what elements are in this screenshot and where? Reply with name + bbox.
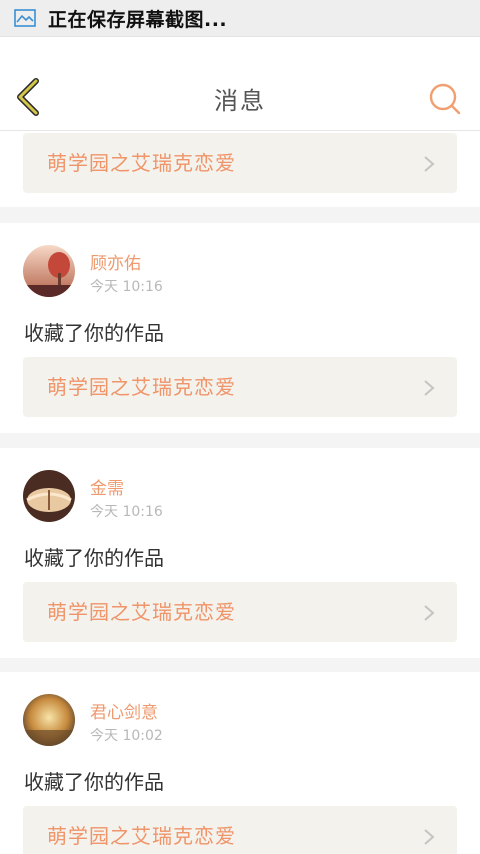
app-header: 消息	[0, 37, 480, 131]
username[interactable]: 顾亦佑	[90, 249, 141, 274]
list-item: 君心剑意 今天 10:02 收藏了你的作品 萌学园之艾瑞克恋爱	[0, 672, 480, 854]
work-link[interactable]: 萌学园之艾瑞克恋爱	[23, 806, 457, 854]
screenshot-icon	[14, 9, 36, 27]
list-item: 顾亦佑 今天 10:16 收藏了你的作品 萌学园之艾瑞克恋爱	[0, 223, 480, 433]
username[interactable]: 君心剑意	[90, 698, 158, 723]
work-title: 萌学园之艾瑞克恋爱	[47, 600, 236, 624]
work-link[interactable]: 萌学园之艾瑞克恋爱	[23, 582, 457, 642]
work-link[interactable]: 萌学园之艾瑞克恋爱	[23, 133, 457, 193]
timestamp: 今天 10:02	[90, 728, 163, 744]
list-item: 金需 今天 10:16 收藏了你的作品 萌学园之艾瑞克恋爱	[0, 448, 480, 658]
list-item: 萌学园之艾瑞克恋爱	[0, 131, 480, 207]
avatar[interactable]	[23, 694, 75, 746]
message-text: 收藏了你的作品	[24, 546, 164, 570]
search-button[interactable]	[428, 82, 462, 116]
work-title: 萌学园之艾瑞克恋爱	[47, 824, 236, 848]
chevron-right-icon	[424, 380, 435, 396]
chevron-right-icon	[424, 829, 435, 845]
search-icon	[429, 83, 461, 115]
timestamp: 今天 10:16	[90, 279, 163, 295]
work-link[interactable]: 萌学园之艾瑞克恋爱	[23, 357, 457, 417]
timestamp: 今天 10:16	[90, 504, 163, 520]
page-title: 消息	[214, 87, 266, 115]
status-text: 正在保存屏幕截图...	[48, 8, 228, 31]
chevron-right-icon	[424, 156, 435, 172]
status-bar: 正在保存屏幕截图...	[0, 0, 480, 37]
chevron-right-icon	[424, 605, 435, 621]
work-title: 萌学园之艾瑞克恋爱	[47, 151, 236, 175]
username[interactable]: 金需	[90, 474, 124, 499]
avatar[interactable]	[23, 470, 75, 522]
message-list[interactable]: 萌学园之艾瑞克恋爱 顾亦佑 今天 10:16 收藏了你的作品 萌学园之艾瑞克恋爱…	[0, 131, 480, 854]
work-title: 萌学园之艾瑞克恋爱	[47, 375, 236, 399]
message-text: 收藏了你的作品	[24, 770, 164, 794]
avatar[interactable]	[23, 245, 75, 297]
message-text: 收藏了你的作品	[24, 321, 164, 345]
